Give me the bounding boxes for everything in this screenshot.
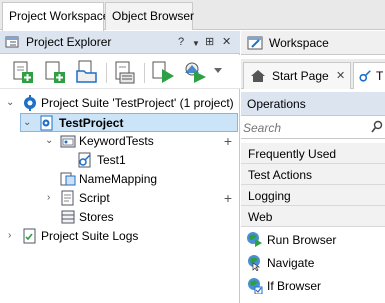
search-input[interactable] — [243, 119, 371, 137]
tree-item-testproject[interactable]: ⌄ TestProject — [20, 113, 238, 132]
tree-item-project-suite-logs[interactable]: › Project Suite Logs — [0, 227, 240, 246]
collapse-icon[interactable]: ⌄ — [45, 134, 55, 148]
add-new-project-item-icon[interactable] — [10, 59, 36, 85]
top-tab-strip: Project Workspace Object Browser — [0, 0, 385, 31]
tree-item-label: Script — [79, 191, 110, 205]
add-script-icon[interactable]: + — [224, 190, 232, 206]
tree-item-label: Test1 — [97, 153, 126, 167]
tree-item-label: TestProject — [59, 116, 124, 130]
workspace-header: Workspace — [241, 31, 385, 55]
category-label: Test Actions — [248, 168, 313, 182]
close-icon[interactable]: ✕ — [222, 35, 231, 49]
operation-if-browser[interactable]: If Browser — [241, 274, 385, 297]
add-to-source-control-icon[interactable] — [112, 59, 138, 85]
category-frequently-used[interactable]: Frequently Used — [241, 143, 385, 164]
collapse-icon[interactable]: ⌄ — [6, 96, 16, 110]
logs-icon — [23, 228, 36, 244]
tab-label: T — [376, 69, 384, 83]
close-tab-icon[interactable]: ✕ — [336, 69, 345, 82]
keyword-test-icon — [78, 152, 91, 168]
tree-item-label: KeywordTests — [79, 134, 154, 148]
operations-search — [241, 117, 385, 139]
project-icon — [40, 115, 53, 131]
tree-item-label: Stores — [79, 210, 114, 224]
category-label: Logging — [248, 189, 291, 203]
tab-project-workspace[interactable]: Project Workspace — [2, 2, 109, 31]
operation-label: If Browser — [267, 279, 322, 293]
category-test-actions[interactable]: Test Actions — [241, 164, 385, 185]
expand-icon[interactable]: › — [8, 229, 18, 243]
tree-item-label: NameMapping — [79, 172, 158, 186]
add-existing-item-icon[interactable] — [74, 59, 100, 85]
if-browser-icon — [248, 278, 263, 294]
tree-item-label: Project Suite Logs — [41, 229, 139, 243]
tab-start-page[interactable]: Start Page ✕ — [243, 62, 351, 89]
category-label: Frequently Used — [248, 147, 337, 161]
operation-run-browser[interactable]: Run Browser — [241, 228, 385, 251]
name-mapping-icon — [60, 172, 76, 186]
project-explorer-header: Project Explorer ? ▼ ⊞ ✕ — [0, 31, 240, 54]
workspace-title: Workspace — [269, 36, 329, 50]
project-tree: ⌄ Project Suite 'TestProject' (1 project… — [0, 89, 240, 303]
run-icon[interactable] — [150, 59, 176, 85]
project-explorer-panel: Project Explorer ? ▼ ⊞ ✕ ⌄ Project Suite… — [0, 31, 240, 303]
pin-icon[interactable]: ⊞ — [205, 35, 214, 49]
tree-item-label: Project Suite 'TestProject' (1 project) — [41, 96, 234, 110]
workspace-panel: Workspace Start Page ✕ T Operations Freq… — [241, 31, 385, 303]
tree-item-test1[interactable]: Test1 — [0, 151, 240, 170]
dropdown-icon[interactable] — [214, 68, 222, 74]
tree-item-stores[interactable]: Stores — [0, 208, 240, 227]
operations-header: Operations — [241, 92, 385, 116]
run-browser-icon — [247, 232, 262, 247]
run-options-icon[interactable] — [182, 59, 208, 85]
add-keyword-test-icon[interactable]: + — [224, 133, 232, 149]
category-label: Web — [248, 210, 273, 224]
collapse-icon[interactable]: ⌄ — [23, 116, 33, 130]
tab-label: Start Page — [272, 69, 329, 83]
home-icon — [251, 70, 265, 82]
workspace-icon — [247, 36, 263, 50]
stores-icon — [61, 210, 75, 224]
toolbar-separator — [106, 63, 107, 83]
operation-label: Run Browser — [267, 233, 337, 247]
tree-item-project-suite[interactable]: ⌄ Project Suite 'TestProject' (1 project… — [0, 94, 240, 113]
search-icon[interactable] — [371, 120, 383, 134]
project-explorer-icon — [5, 36, 19, 48]
expand-icon[interactable]: › — [47, 191, 57, 205]
operation-navigate[interactable]: Navigate — [241, 251, 385, 274]
tab-keyword-test[interactable]: T — [353, 62, 385, 89]
tab-object-browser[interactable]: Object Browser — [105, 2, 194, 30]
add-item-icon[interactable] — [42, 59, 68, 85]
script-icon — [61, 190, 74, 206]
tree-item-script[interactable]: › Script + — [0, 189, 240, 208]
navigate-icon — [248, 255, 261, 271]
keyword-tests-folder-icon — [60, 135, 76, 148]
workspace-tab-strip: Start Page ✕ T — [241, 59, 385, 89]
panel-menu-icon[interactable]: ▼ — [192, 37, 200, 51]
panel-title: Project Explorer — [26, 35, 112, 49]
tree-item-namemapping[interactable]: NameMapping — [0, 170, 240, 189]
category-web[interactable]: Web — [241, 206, 385, 227]
toolbar-separator — [144, 63, 145, 83]
operations-title: Operations — [247, 97, 306, 111]
operation-label: Navigate — [267, 256, 315, 270]
project-suite-icon — [24, 95, 36, 111]
tree-item-keywordtests[interactable]: ⌄ KeywordTests + — [0, 132, 240, 151]
category-logging[interactable]: Logging — [241, 185, 385, 206]
keyword-test-icon — [359, 70, 371, 82]
project-explorer-toolbar — [0, 55, 240, 89]
help-icon[interactable]: ? — [178, 35, 184, 49]
